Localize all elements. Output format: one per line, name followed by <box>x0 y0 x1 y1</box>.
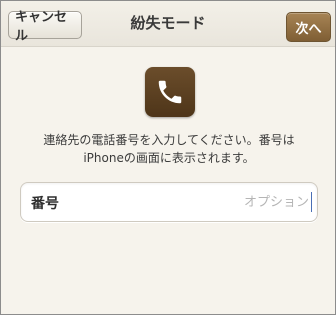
lost-mode-screen: キャンセル 紛失モード 次へ 連絡先の電話番号を入力してください。番号は iPh… <box>0 0 336 315</box>
navigation-bar: キャンセル 紛失モード 次へ <box>1 1 335 47</box>
next-button[interactable]: 次へ <box>286 12 331 42</box>
instruction-line-2: iPhoneの画面に表示されます。 <box>83 151 255 165</box>
text-cursor <box>311 192 312 212</box>
phone-glyph <box>158 80 182 104</box>
page-title: 紛失モード <box>130 14 206 32</box>
phone-number-label: 番号 <box>31 196 59 212</box>
phone-number-field-group: 番号 <box>20 182 318 222</box>
instruction-text: 連絡先の電話番号を入力してください。番号は iPhoneの画面に表示されます。 <box>11 131 327 167</box>
phone-number-input[interactable] <box>141 189 309 215</box>
phone-icon <box>145 67 195 117</box>
instruction-line-1: 連絡先の電話番号を入力してください。番号は <box>43 133 295 147</box>
